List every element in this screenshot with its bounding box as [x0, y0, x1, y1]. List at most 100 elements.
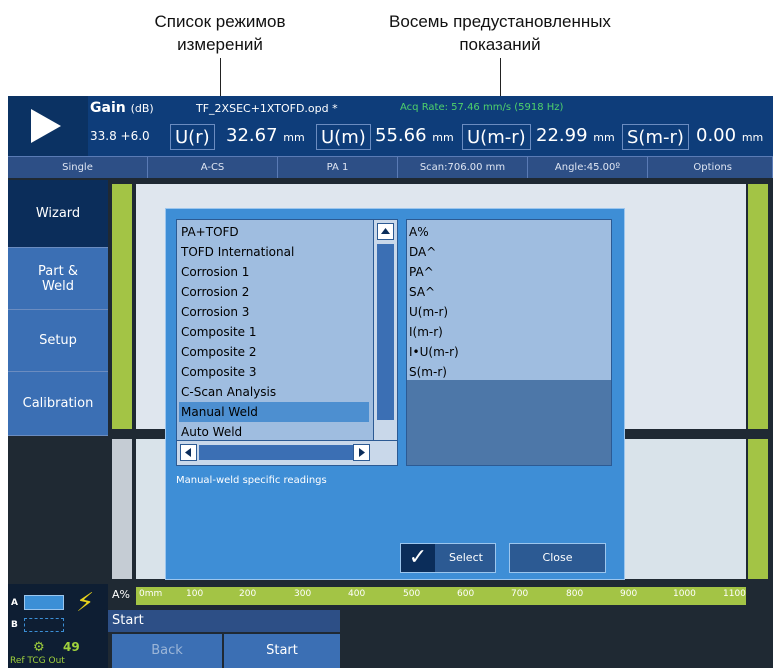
scroll-up-arrow-icon[interactable] [377, 223, 394, 240]
scroll-left-arrow-icon[interactable] [180, 444, 197, 461]
list-item[interactable]: C-Scan Analysis [179, 382, 369, 402]
reading-unit: mm [593, 131, 615, 144]
info-bar: Single A-CS PA 1 Scan:706.00 mm Angle:45… [8, 156, 773, 178]
axis-tick: 600 [457, 589, 475, 599]
b-scan-ruler [112, 439, 132, 579]
measurement-mode-list[interactable]: PA+TOFD TOFD International Corrosion 1 C… [176, 219, 398, 466]
ref-tcg-status: Ref TCG Out [10, 656, 65, 666]
info-group[interactable]: PA 1 [278, 157, 398, 178]
axis-tick: 0mm [139, 589, 163, 599]
gain-unit: (dB) [130, 102, 154, 115]
axis-tick: 100 [186, 589, 204, 599]
gain-label[interactable]: Gain (dB) [90, 100, 154, 116]
reading-field-2-value: 55.66 mm [375, 122, 454, 152]
annotation-line-2: показаний [459, 35, 541, 54]
scroll-right-arrow-icon[interactable] [353, 444, 370, 461]
list-item[interactable]: Composite 2 [179, 342, 369, 362]
checkmark-icon: ✓ [401, 544, 435, 572]
instrument-screen: Gain (dB) 33.8 +6.0 TF_2XSEC+1XTOFD.opd … [8, 96, 773, 668]
axis-tick: 900 [620, 589, 638, 599]
reading-field-3-label[interactable]: U(m-r) [462, 124, 531, 150]
reading-item: U(m-r) [409, 305, 449, 319]
top-bar: Gain (dB) 33.8 +6.0 TF_2XSEC+1XTOFD.opd … [8, 96, 773, 156]
options-button[interactable]: Options [648, 157, 773, 178]
reading-value: 55.66 [375, 125, 427, 146]
select-label: Select [449, 551, 483, 564]
wizard-step-title: Start [108, 610, 340, 632]
reading-item: SA^ [409, 285, 436, 299]
gear-icon: ⚙ [33, 640, 45, 655]
scan-axis-ruler: 0mm 100 200 300 400 500 600 700 800 900 … [136, 587, 746, 605]
reading-item: I•U(m-r) [409, 345, 459, 359]
sidebar-item-wizard[interactable]: Wizard [8, 180, 108, 248]
reading-unit: mm [283, 131, 305, 144]
info-scan: Scan:706.00 mm [398, 157, 528, 178]
probe-a-label: A [11, 598, 18, 608]
sidebar-item-setup[interactable]: Setup [8, 310, 108, 372]
probe-status-panel: A B ⚡ ⚙ 49 Ref TCG Out [8, 584, 108, 668]
list-item-selected[interactable]: Manual Weld [179, 402, 369, 422]
annotation-measurement-modes: Список режимов измерений [130, 10, 310, 56]
reading-field-2-label[interactable]: U(m) [316, 124, 371, 150]
play-button[interactable] [8, 96, 88, 156]
reading-field-4-value: 0.00 mm [696, 122, 763, 152]
reading-item: DA^ [409, 245, 437, 259]
list-item[interactable]: Auto Weld [179, 422, 369, 442]
reading-value: 22.99 [536, 125, 588, 146]
reading-unit: mm [741, 131, 764, 144]
reading-item: PA^ [409, 265, 434, 279]
gain-value[interactable]: 33.8 +6.0 [90, 129, 150, 143]
list-item[interactable]: TOFD International [179, 242, 369, 262]
list-item[interactable]: Composite 3 [179, 362, 369, 382]
readings-list: A% DA^ PA^ SA^ U(m-r) I(m-r) I•U(m-r) S(… [406, 219, 612, 466]
reading-field-3-value: 22.99 mm [536, 122, 615, 152]
sidebar-item-part-weld[interactable]: Part & Weld [8, 248, 108, 310]
probe-a-icon [24, 595, 64, 610]
reading-field-1-value: 32.67 mm [226, 122, 305, 152]
start-button[interactable]: Start [224, 634, 340, 668]
scroll-thumb[interactable] [199, 445, 359, 460]
list-item[interactable]: Composite 1 [179, 322, 369, 342]
play-icon [31, 109, 61, 143]
info-layout[interactable]: A-CS [148, 157, 278, 178]
reading-field-1-label[interactable]: U(r) [170, 124, 215, 150]
reading-item: I(m-r) [409, 325, 443, 339]
list-item[interactable]: Corrosion 3 [179, 302, 369, 322]
info-angle: Angle:45.00º [528, 157, 648, 178]
axis-tick: 500 [403, 589, 421, 599]
axis-tick: 200 [239, 589, 257, 599]
info-single[interactable]: Single [8, 157, 148, 178]
reading-field-4-label[interactable]: S(m-r) [622, 124, 689, 150]
back-button[interactable]: Back [112, 634, 222, 668]
axis-tick: 1000 [673, 589, 696, 599]
reading-item: S(m-r) [409, 365, 447, 379]
annotation-eight-readings: Восемь предустановленных показаний [360, 10, 640, 56]
gain-text: Gain [90, 100, 126, 116]
reading-item: A% [409, 225, 429, 239]
probe-b-icon [24, 618, 64, 632]
reading-value: 32.67 [226, 125, 278, 146]
acq-rate: Acq Rate: 57.46 mm/s (5918 Hz) [400, 102, 564, 113]
axis-tick: 800 [566, 589, 584, 599]
reading-unit: mm [432, 131, 454, 144]
sidebar-item-calibration[interactable]: Calibration [8, 372, 108, 436]
vertical-scrollbar[interactable] [373, 220, 397, 465]
axis-tick: 300 [294, 589, 312, 599]
a-percent-label: A% [112, 588, 130, 601]
annotation-line-1: Восемь предустановленных [389, 12, 611, 31]
b-scan-gauge-right [748, 439, 768, 579]
select-button[interactable]: ✓ Select [400, 543, 496, 573]
mode-description: Manual-weld specific readings [176, 475, 327, 486]
close-button[interactable]: Close [509, 543, 606, 573]
file-name: TF_2XSEC+1XTOFD.opd * [196, 102, 338, 115]
list-item[interactable]: PA+TOFD [179, 222, 369, 242]
scroll-thumb[interactable] [377, 244, 394, 420]
axis-tick: 400 [348, 589, 366, 599]
list-item[interactable]: Corrosion 2 [179, 282, 369, 302]
annotation-line-1: Список режимов [154, 12, 286, 31]
list-item[interactable]: Corrosion 1 [179, 262, 369, 282]
power-bolt-icon: ⚡ [76, 588, 95, 618]
horizontal-scrollbar[interactable] [177, 440, 397, 465]
annotation-line-2: измерений [177, 35, 263, 54]
amplitude-gauge-left [112, 184, 132, 429]
